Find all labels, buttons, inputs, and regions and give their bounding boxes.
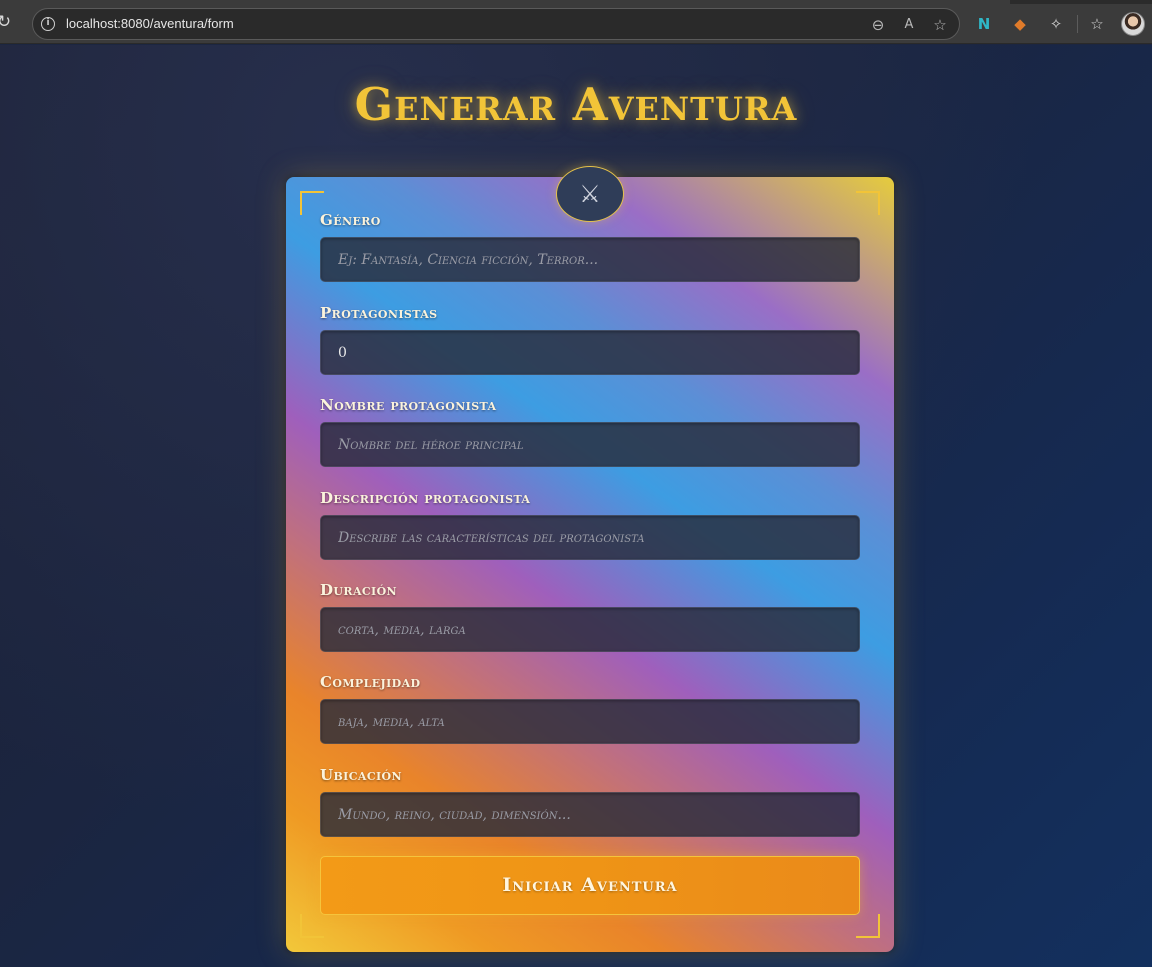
favorites-icon[interactable]: ☆ [1086, 13, 1108, 35]
complexity-label: Complejidad [320, 673, 421, 691]
duration-label: Duración [320, 581, 398, 599]
protagonist-name-input[interactable] [320, 422, 860, 467]
star-icon[interactable]: ☆ [930, 15, 950, 35]
protagonist-name-label: Nombre protagonista [320, 396, 497, 414]
zoom-out-icon[interactable]: ⊖ [868, 15, 888, 35]
page-title: Generar Aventura [354, 78, 798, 131]
corner-ornament-top-right [856, 191, 880, 215]
duration-input[interactable] [320, 607, 860, 652]
fox-extension-icon[interactable]: ◆ [1009, 13, 1031, 35]
protagonist-description-input[interactable] [320, 515, 860, 560]
avatar[interactable] [1121, 12, 1145, 36]
protagonist-description-label: Descripción protagonista [320, 489, 531, 507]
reload-icon[interactable]: ↻ [0, 12, 14, 32]
genre-input[interactable] [320, 237, 860, 282]
browser-toolbar: ↻ i localhost:8080/aventura/form ⊖ A ☆ N… [0, 0, 1152, 44]
crossed-swords-icon: ⚔ [556, 166, 624, 222]
tab-strip [0, 0, 1152, 4]
read-aloud-icon[interactable]: A [899, 15, 919, 35]
corner-ornament-bottom-right [856, 914, 880, 938]
protagonists-input[interactable] [320, 330, 860, 375]
n-extension-icon[interactable]: N [973, 13, 995, 35]
info-icon[interactable]: i [41, 17, 55, 31]
active-tab[interactable] [0, 0, 1010, 4]
corner-ornament-bottom-left [300, 914, 324, 938]
start-adventure-button[interactable]: Iniciar Aventura [320, 856, 860, 915]
adventure-form: ⚔ Género Protagonistas Nombre protagonis… [286, 166, 894, 952]
genre-label: Género [320, 211, 381, 229]
address-bar[interactable]: i localhost:8080/aventura/form ⊖ A ☆ [32, 8, 960, 40]
complexity-input[interactable] [320, 699, 860, 744]
location-label: Ubicación [320, 766, 402, 784]
url-text[interactable]: localhost:8080/aventura/form [66, 16, 234, 32]
toolbar-divider [1077, 15, 1078, 33]
page-body: Generar Aventura ⚔ Género Protagonistas … [0, 45, 1152, 967]
location-input[interactable] [320, 792, 860, 837]
puzzle-icon[interactable]: ✧ [1045, 13, 1067, 35]
protagonists-label: Protagonistas [320, 304, 438, 322]
